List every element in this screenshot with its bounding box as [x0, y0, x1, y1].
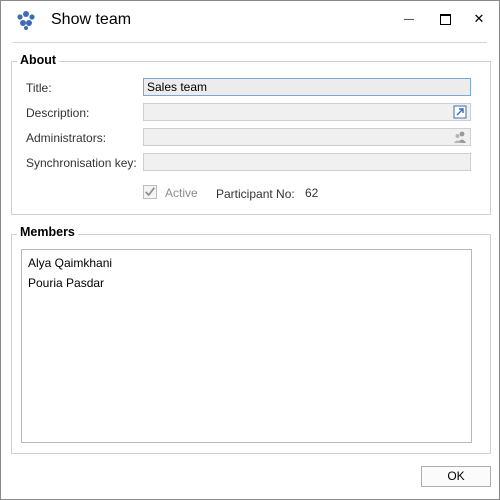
active-checkbox[interactable] [143, 185, 157, 199]
close-icon: ✕ [473, 11, 485, 26]
title-bar: Show team — ✕ [1, 1, 499, 39]
checkmark-icon [145, 187, 155, 197]
show-team-window: Show team — ✕ About Title: Sales team De… [0, 0, 500, 500]
expand-icon[interactable] [453, 105, 467, 119]
list-item[interactable]: Pouria Pasdar [28, 276, 104, 290]
about-heading: About [17, 53, 60, 67]
title-field[interactable]: Sales team [143, 78, 471, 96]
ok-button[interactable]: OK [421, 466, 491, 487]
administrators-label: Administrators: [26, 131, 107, 145]
title-value: Sales team [147, 80, 208, 94]
minimize-button[interactable]: — [397, 7, 421, 31]
maximize-button[interactable] [433, 7, 457, 31]
sync-key-field[interactable] [143, 153, 471, 171]
window-title: Show team [51, 11, 132, 28]
title-label: Title: [26, 81, 52, 95]
members-heading: Members [17, 225, 78, 239]
sync-key-label: Synchronisation key: [26, 156, 137, 170]
description-label: Description: [26, 106, 90, 120]
team-icon [17, 11, 35, 30]
title-separator [13, 42, 487, 43]
close-button[interactable]: ✕ [467, 7, 491, 31]
people-icon[interactable] [453, 130, 467, 144]
minimize-icon: — [404, 13, 414, 25]
participant-value: 62 [305, 186, 319, 200]
maximize-icon [439, 13, 451, 25]
active-label: Active [165, 186, 198, 200]
members-list[interactable]: Alya Qaimkhani Pouria Pasdar [21, 249, 472, 443]
administrators-field[interactable] [143, 128, 471, 146]
description-field[interactable] [143, 103, 471, 121]
participant-label: Participant No: [216, 187, 295, 201]
list-item[interactable]: Alya Qaimkhani [28, 256, 112, 270]
